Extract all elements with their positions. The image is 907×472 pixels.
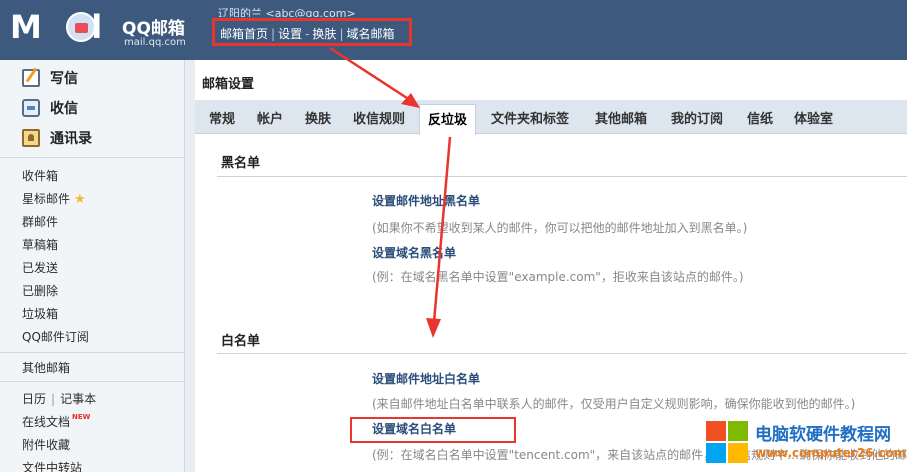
contacts-icon xyxy=(22,129,40,147)
sidebar-divider xyxy=(0,352,184,353)
receive-button[interactable]: 收信 xyxy=(22,97,78,119)
domain-mail-link[interactable]: 域名邮箱 xyxy=(346,27,394,41)
folder-drafts[interactable]: 草稿箱 xyxy=(22,236,58,253)
folder-starred-label: 星标邮件 xyxy=(22,192,71,206)
left-sidebar: 写信 收信 通讯录 收件箱 星标邮件 ★ 群邮件 草稿箱 已发送 已删除 垃圾箱 … xyxy=(0,60,185,472)
contacts-label: 通讯录 xyxy=(50,131,92,147)
watermark-title: 电脑软硬件教程网 xyxy=(755,425,891,445)
site-watermark: 电脑软硬件教程网 www.computer26.com xyxy=(703,418,907,468)
blacklist-domain-link[interactable]: 设置域名黑名单 xyxy=(372,244,456,261)
file-transfer-link[interactable]: 文件中转站 xyxy=(22,459,82,472)
star-icon: ★ xyxy=(74,192,86,207)
other-mailbox-link[interactable]: 其他邮箱 xyxy=(22,359,70,376)
calendar-notepad-row: 日历 | 记事本 xyxy=(22,390,96,407)
settings-link[interactable]: 设置 xyxy=(278,27,302,41)
tab-general[interactable]: 常规 xyxy=(209,108,235,127)
user-account-line: 辽阳的兰 <abc@qq.com> xyxy=(218,7,356,17)
folder-group[interactable]: 群邮件 xyxy=(22,213,58,230)
folder-starred[interactable]: 星标邮件 ★ xyxy=(22,190,86,207)
calendar-link[interactable]: 日历 xyxy=(22,392,46,406)
online-docs-link[interactable]: 在线文档 NEW xyxy=(22,413,90,430)
separator: | xyxy=(339,27,344,41)
sidebar-divider xyxy=(0,381,184,382)
tab-other-mailbox[interactable]: 其他邮箱 xyxy=(595,108,647,127)
section-divider xyxy=(217,176,907,177)
new-badge: NEW xyxy=(72,413,91,421)
skin-link[interactable]: 换肤 xyxy=(312,27,336,41)
tab-stationery[interactable]: 信纸 xyxy=(747,108,773,127)
blacklist-title: 黑名单 xyxy=(221,156,261,171)
sidebar-divider xyxy=(0,157,184,158)
top-header: M il QQ邮箱 mail.qq.com 辽阳的兰 <abc@qq.com> … xyxy=(0,0,907,60)
folder-subscriptions[interactable]: QQ邮件订阅 xyxy=(22,328,89,345)
tab-receive-rules[interactable]: 收信规则 xyxy=(353,108,405,127)
tab-account[interactable]: 帐户 xyxy=(257,108,283,127)
folder-sent[interactable]: 已发送 xyxy=(22,259,58,276)
receive-label: 收信 xyxy=(50,101,78,117)
tab-antispam[interactable]: 反垃圾 xyxy=(419,104,477,135)
attachments-link[interactable]: 附件收藏 xyxy=(22,436,70,453)
folder-inbox[interactable]: 收件箱 xyxy=(22,167,58,184)
settings-tabbar: 常规 帐户 换肤 收信规则 反垃圾 文件夹和标签 其他邮箱 我的订阅 信纸 体验… xyxy=(195,100,907,135)
highlight-box xyxy=(350,417,516,443)
settings-panel: 邮箱设置 常规 帐户 换肤 收信规则 反垃圾 文件夹和标签 其他邮箱 我的订阅 … xyxy=(195,60,907,472)
inbox-icon xyxy=(22,99,40,117)
tab-skin[interactable]: 换肤 xyxy=(305,108,331,127)
watermark-url: www.computer26.com xyxy=(755,446,906,460)
mail-avatar-icon xyxy=(66,12,96,42)
windows-logo-icon xyxy=(703,418,751,466)
blacklist-address-desc: (如果你不希望收到某人的邮件，你可以把他的邮件地址加入到黑名单。) xyxy=(372,221,748,235)
qq-mail-logo[interactable]: M il QQ邮箱 mail.qq.com xyxy=(10,6,200,52)
folder-deleted[interactable]: 已删除 xyxy=(22,282,58,299)
compose-label: 写信 xyxy=(50,71,78,87)
whitelist-address-link[interactable]: 设置邮件地址白名单 xyxy=(372,370,480,387)
page-title: 邮箱设置 xyxy=(202,77,255,92)
separator: - xyxy=(305,27,310,41)
notepad-link[interactable]: 记事本 xyxy=(60,392,96,406)
section-divider xyxy=(217,353,907,354)
brand-name: QQ邮箱 xyxy=(122,19,185,39)
separator: | xyxy=(271,27,276,41)
online-docs-label: 在线文档 xyxy=(22,415,71,429)
folder-spam[interactable]: 垃圾箱 xyxy=(22,305,58,322)
tab-folders-labels[interactable]: 文件夹和标签 xyxy=(491,108,569,127)
brand-domain: mail.qq.com xyxy=(124,37,186,48)
whitelist-title: 白名单 xyxy=(221,334,261,349)
tab-subscriptions[interactable]: 我的订阅 xyxy=(671,108,723,127)
tab-labs[interactable]: 体验室 xyxy=(794,108,833,127)
whitelist-address-desc: (来自邮件地址白名单中联系人的邮件，仅受用户自定义规则影响，确保你能收到他的邮件… xyxy=(372,397,856,411)
top-links-box: 邮箱首页 | 设置 - 换肤 | 域名邮箱 xyxy=(212,18,412,46)
contacts-button[interactable]: 通讯录 xyxy=(22,127,92,149)
compose-button[interactable]: 写信 xyxy=(22,67,78,89)
mail-home-link[interactable]: 邮箱首页 xyxy=(220,27,268,41)
write-icon xyxy=(22,69,40,87)
separator: | xyxy=(51,392,56,406)
blacklist-domain-desc: (例：在域名黑名单中设置"example.com"，拒收来自该站点的邮件。) xyxy=(372,270,744,284)
blacklist-address-link[interactable]: 设置邮件地址黑名单 xyxy=(372,192,480,209)
